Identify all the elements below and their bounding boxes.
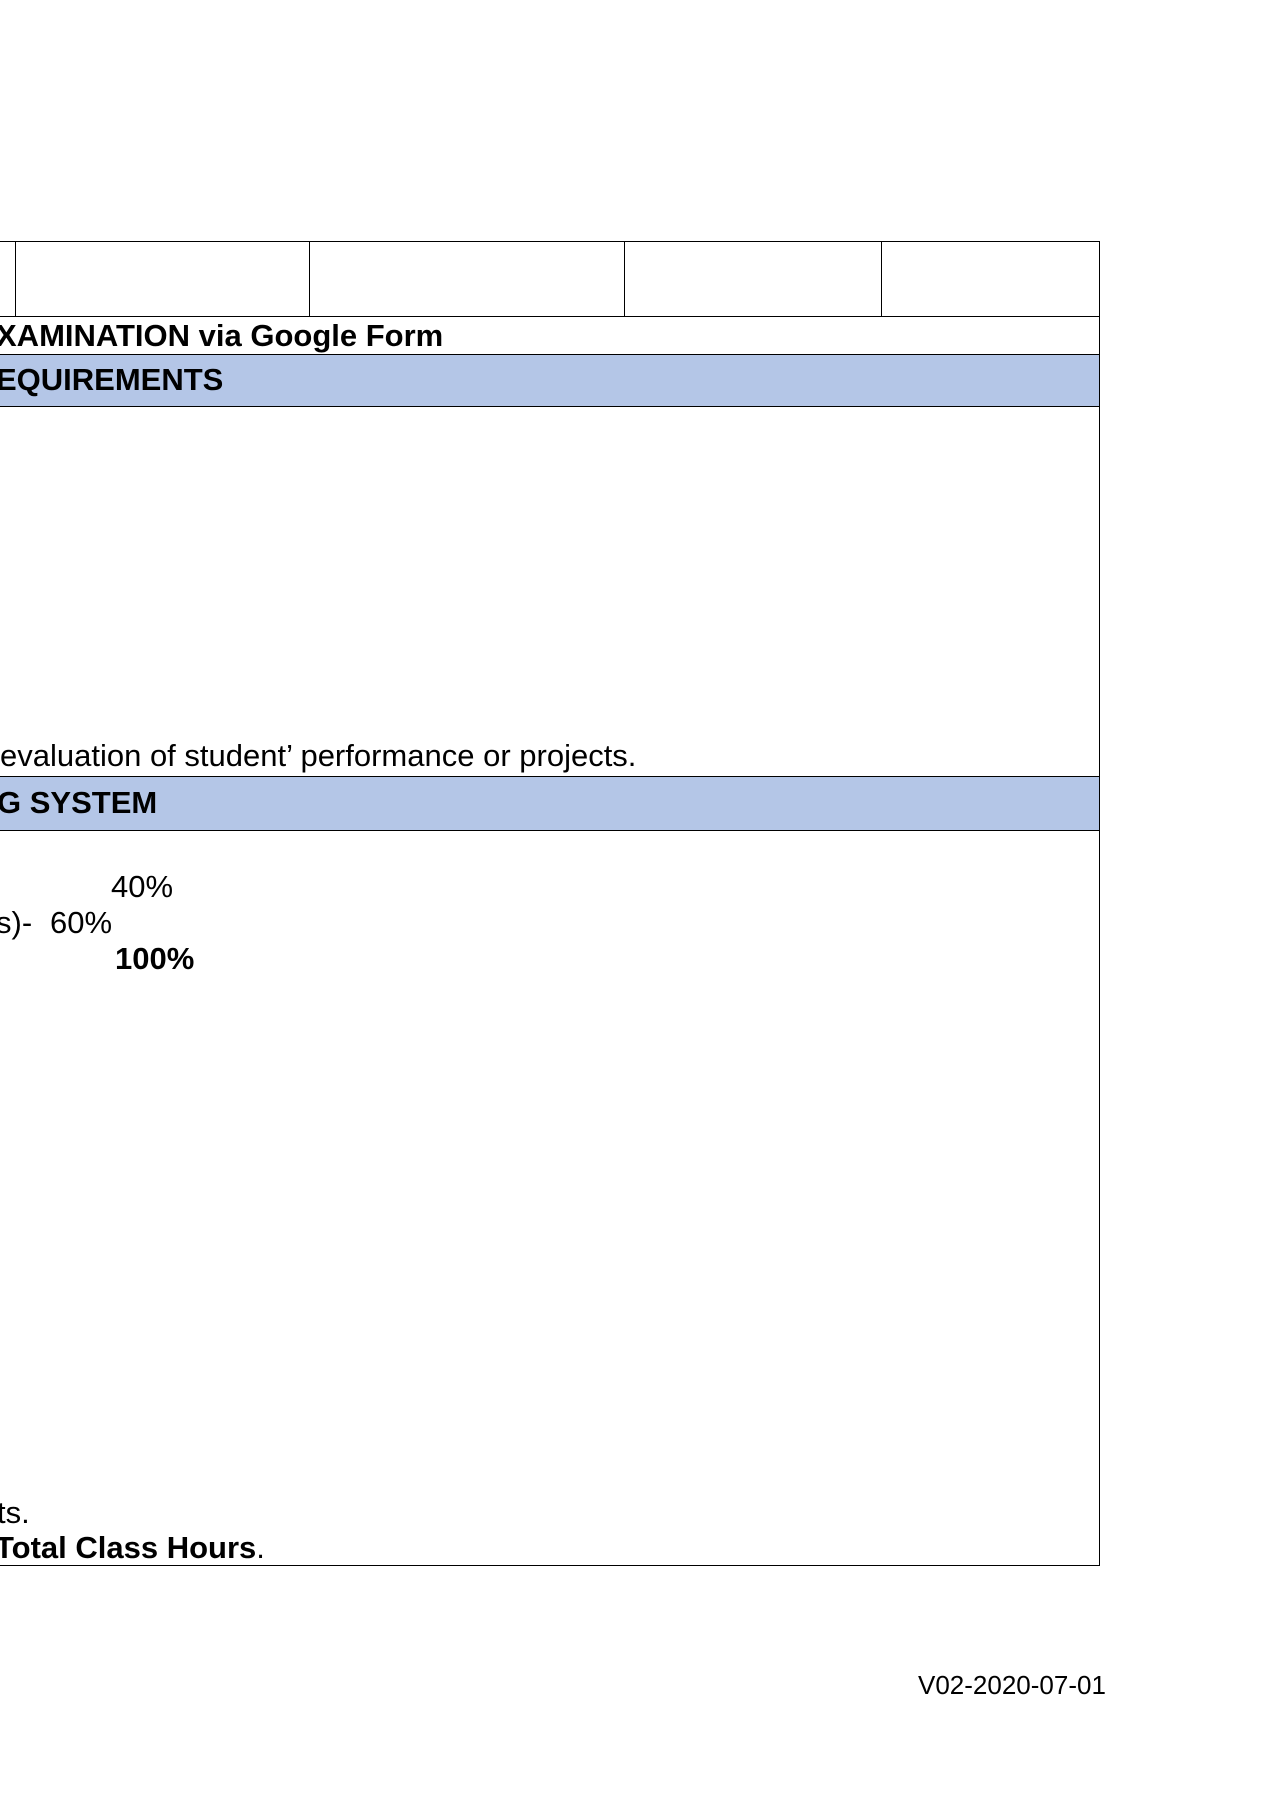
requirements-text: evaluation of student’ performance or pr…	[0, 738, 637, 773]
grading-weight-2: 60%	[50, 905, 113, 940]
grading-note-2-tail: .	[256, 1530, 265, 1565]
grading-header-band	[0, 777, 1099, 830]
cell-divider	[15, 242, 16, 317]
grading-total: 100%	[115, 941, 195, 976]
grading-header: G SYSTEM	[0, 785, 158, 820]
grading-label-2-suffix: s)-	[0, 905, 33, 940]
document-version: V02-2020-07-01	[918, 1670, 1106, 1700]
row-divider	[0, 406, 1099, 407]
cell-divider	[881, 242, 882, 317]
grading-note-2: Total Class Hours.	[0, 1530, 265, 1566]
total-class-hours-label: Total Class Hours	[0, 1530, 257, 1565]
row-divider	[0, 316, 1099, 317]
exam-method-text: XAMINATION via Google Form	[0, 318, 444, 353]
grading-weight-1: 40%	[111, 869, 174, 904]
cell-divider	[309, 242, 310, 317]
course-table: XAMINATION via Google Form EQUIREMENTS e…	[0, 241, 1100, 1566]
row-divider	[0, 830, 1099, 831]
cell-divider	[624, 242, 625, 317]
requirements-header: EQUIREMENTS	[0, 362, 224, 397]
grading-note-1: ts.	[0, 1495, 30, 1530]
